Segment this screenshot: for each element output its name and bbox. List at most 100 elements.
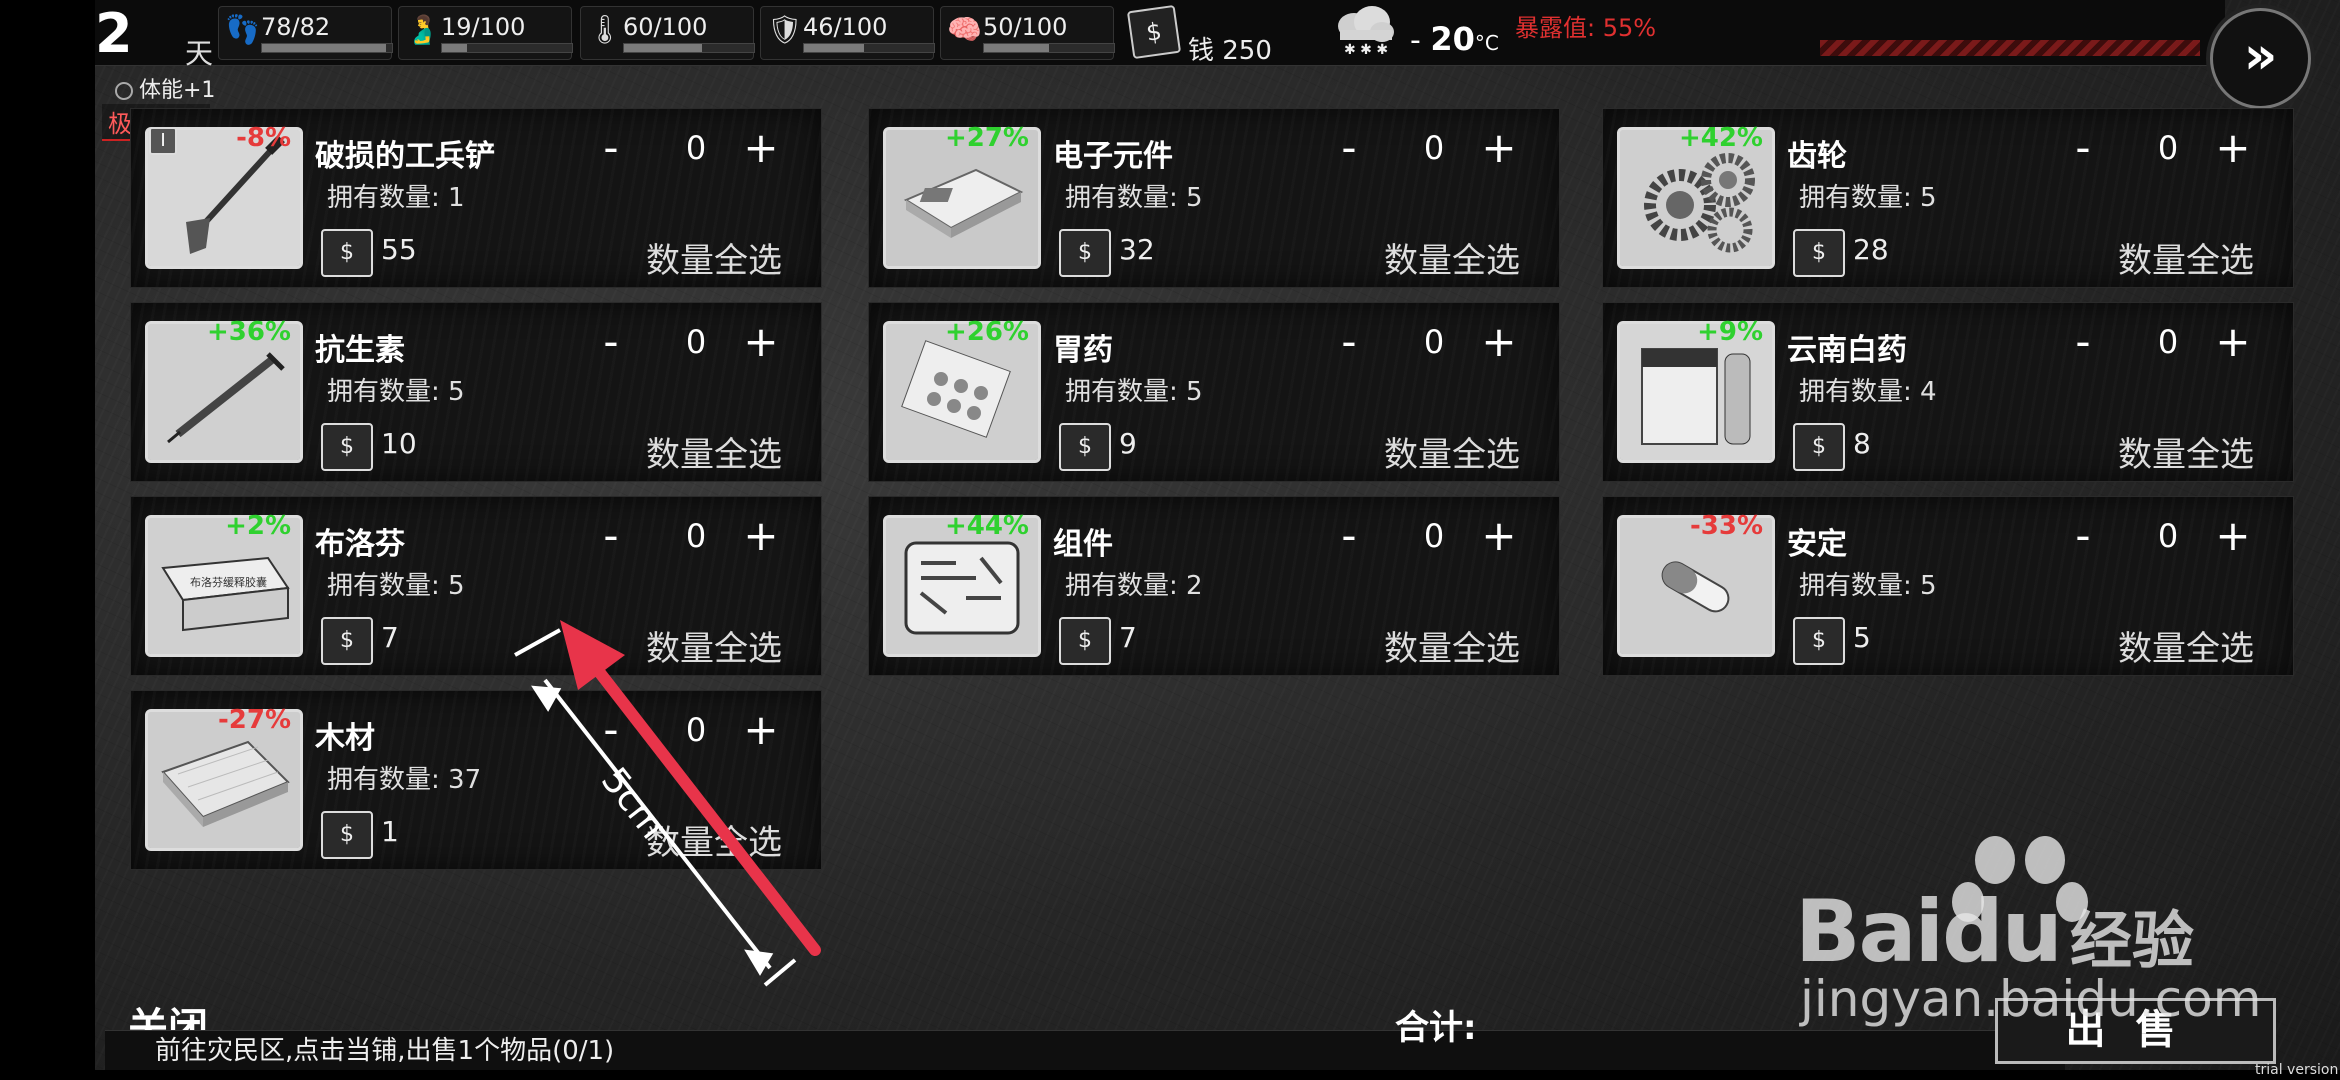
item-card: I -8% 破损的工兵铲 拥有数量: 1 - 0 + $55 数量全选 — [130, 108, 822, 288]
stat-value: 46/100 — [803, 13, 888, 41]
select-all-button[interactable]: 数量全选 — [1384, 621, 1520, 670]
item-name: 木材 — [315, 721, 375, 756]
item-price: 28 — [1853, 233, 1889, 266]
letterbox-bottom — [95, 1070, 2340, 1080]
price-change: +9% — [1697, 317, 1763, 347]
select-all-button[interactable]: 数量全选 — [646, 621, 782, 670]
increase-button[interactable]: + — [741, 705, 781, 754]
temp-sign: - — [1410, 23, 1431, 58]
select-all-button[interactable]: 数量全选 — [2118, 427, 2254, 476]
item-card: -33% 安定 拥有数量: 5 - 0 + $5 数量全选 — [1602, 496, 2294, 676]
item-price: 7 — [381, 621, 399, 654]
money-icon: $ — [1059, 229, 1111, 277]
price-change: +36% — [206, 317, 291, 347]
select-all-button[interactable]: 数量全选 — [1384, 233, 1520, 282]
owned-count: 拥有数量: 4 — [1799, 377, 1937, 407]
decrease-button[interactable]: - — [2063, 317, 2103, 366]
decrease-button[interactable]: - — [591, 123, 631, 172]
item-name: 胃药 — [1053, 333, 1113, 368]
buff-status: 体能+1 — [115, 72, 215, 104]
item-card: 布洛芬缓释胶囊 +2% 布洛芬 拥有数量: 5 - 0 + $7 数量全选 — [130, 496, 822, 676]
price-change: -8% — [236, 123, 291, 153]
stat-health-shield: 🛡 46/100 — [760, 6, 935, 60]
day-label: 天 — [185, 37, 214, 70]
quest-hint: 前往灾民区,点击当铺,出售1个物品(0/1) — [105, 1030, 2065, 1070]
item-name: 破损的工兵铲 — [315, 139, 495, 174]
money-icon: $ — [321, 811, 373, 859]
owned-count: 拥有数量: 5 — [1799, 571, 1937, 601]
stat-footprints: 👣 78/82 — [218, 6, 393, 60]
owned-count: 拥有数量: 5 — [1065, 377, 1203, 407]
sell-quantity: 0 — [1423, 517, 1445, 555]
stat-value: 19/100 — [441, 13, 526, 41]
watermark-url: jingyan.baidu.com — [1800, 970, 2262, 1028]
item-card: +27% 电子元件 拥有数量: 5 - 0 + $32 数量全选 — [868, 108, 1560, 288]
buff-icon — [115, 82, 133, 100]
decrease-button[interactable]: - — [591, 511, 631, 560]
sell-quantity: 0 — [2157, 517, 2179, 555]
money-icon: $ — [321, 229, 373, 277]
increase-button[interactable]: + — [2213, 511, 2253, 560]
increase-button[interactable]: + — [1479, 317, 1519, 366]
owned-count: 拥有数量: 37 — [327, 765, 482, 795]
item-card: +36% 抗生素 拥有数量: 5 - 0 + $10 数量全选 — [130, 302, 822, 482]
select-all-button[interactable]: 数量全选 — [2118, 621, 2254, 670]
select-all-button[interactable]: 数量全选 — [1384, 427, 1520, 476]
stat-value: 78/82 — [261, 13, 331, 41]
item-name: 云南白药 — [1787, 333, 1907, 368]
item-card: +42% 齿轮 拥有数量: 5 - 0 + $28 数量全选 — [1602, 108, 2294, 288]
item-price: 1 — [381, 815, 399, 848]
watermark-cn: 经验 — [2070, 904, 2195, 977]
increase-button[interactable]: + — [2213, 123, 2253, 172]
price-change: +44% — [944, 511, 1029, 541]
decrease-button[interactable]: - — [591, 705, 631, 754]
owned-count: 拥有数量: 5 — [327, 571, 465, 601]
increase-button[interactable]: + — [741, 511, 781, 560]
select-all-button[interactable]: 数量全选 — [646, 233, 782, 282]
money-amount: 钱 250 — [1188, 36, 1272, 66]
increase-button[interactable]: + — [741, 317, 781, 366]
stat-bar — [441, 43, 573, 53]
increase-button[interactable]: + — [741, 123, 781, 172]
money-icon: $ — [1059, 617, 1111, 665]
money-icon: $ — [1793, 617, 1845, 665]
increase-button[interactable]: + — [1479, 511, 1519, 560]
info-icon[interactable]: I — [149, 127, 177, 155]
decrease-button[interactable]: - — [1329, 317, 1369, 366]
stat-bar — [623, 43, 755, 53]
owned-count: 拥有数量: 5 — [1065, 183, 1203, 213]
owned-count: 拥有数量: 5 — [1799, 183, 1937, 213]
watermark-brand-text: Bai — [1795, 882, 1944, 982]
item-name: 电子元件 — [1053, 139, 1173, 174]
stat-value: 50/100 — [983, 13, 1068, 41]
thermometer-icon: 🌡 — [587, 13, 623, 46]
buff-label: 体能+1 — [139, 78, 216, 103]
mood-brain-icon: 🧠 — [947, 13, 982, 46]
item-card: +44% 组件 拥有数量: 2 - 0 + $7 数量全选 — [868, 496, 1560, 676]
increase-button[interactable]: + — [1479, 123, 1519, 172]
item-price: 7 — [1119, 621, 1137, 654]
increase-button[interactable]: + — [2213, 317, 2253, 366]
decrease-button[interactable]: - — [1329, 123, 1369, 172]
next-day-button[interactable]: » — [2210, 8, 2311, 109]
item-price: 32 — [1119, 233, 1155, 266]
health-shield-icon: 🛡 — [767, 13, 803, 46]
sell-quantity: 0 — [2157, 323, 2179, 361]
money-icon: $ — [321, 423, 373, 471]
temp-value: 20 — [1430, 20, 1475, 58]
stat-value: 60/100 — [623, 13, 708, 41]
decrease-button[interactable]: - — [1329, 511, 1369, 560]
sell-quantity: 0 — [1423, 323, 1445, 361]
decrease-button[interactable]: - — [2063, 123, 2103, 172]
money-icon: $ — [1126, 4, 1182, 60]
stat-stomach: 🫃 19/100 — [398, 6, 573, 60]
day-counter: 2 — [95, 2, 133, 65]
select-all-button[interactable]: 数量全选 — [2118, 233, 2254, 282]
svg-text:✱ ✱ ✱: ✱ ✱ ✱ — [1344, 42, 1388, 58]
price-change: +2% — [225, 511, 291, 541]
select-all-button[interactable]: 数量全选 — [646, 815, 782, 864]
stat-bar — [803, 43, 935, 53]
decrease-button[interactable]: - — [2063, 511, 2103, 560]
decrease-button[interactable]: - — [591, 317, 631, 366]
select-all-button[interactable]: 数量全选 — [646, 427, 782, 476]
